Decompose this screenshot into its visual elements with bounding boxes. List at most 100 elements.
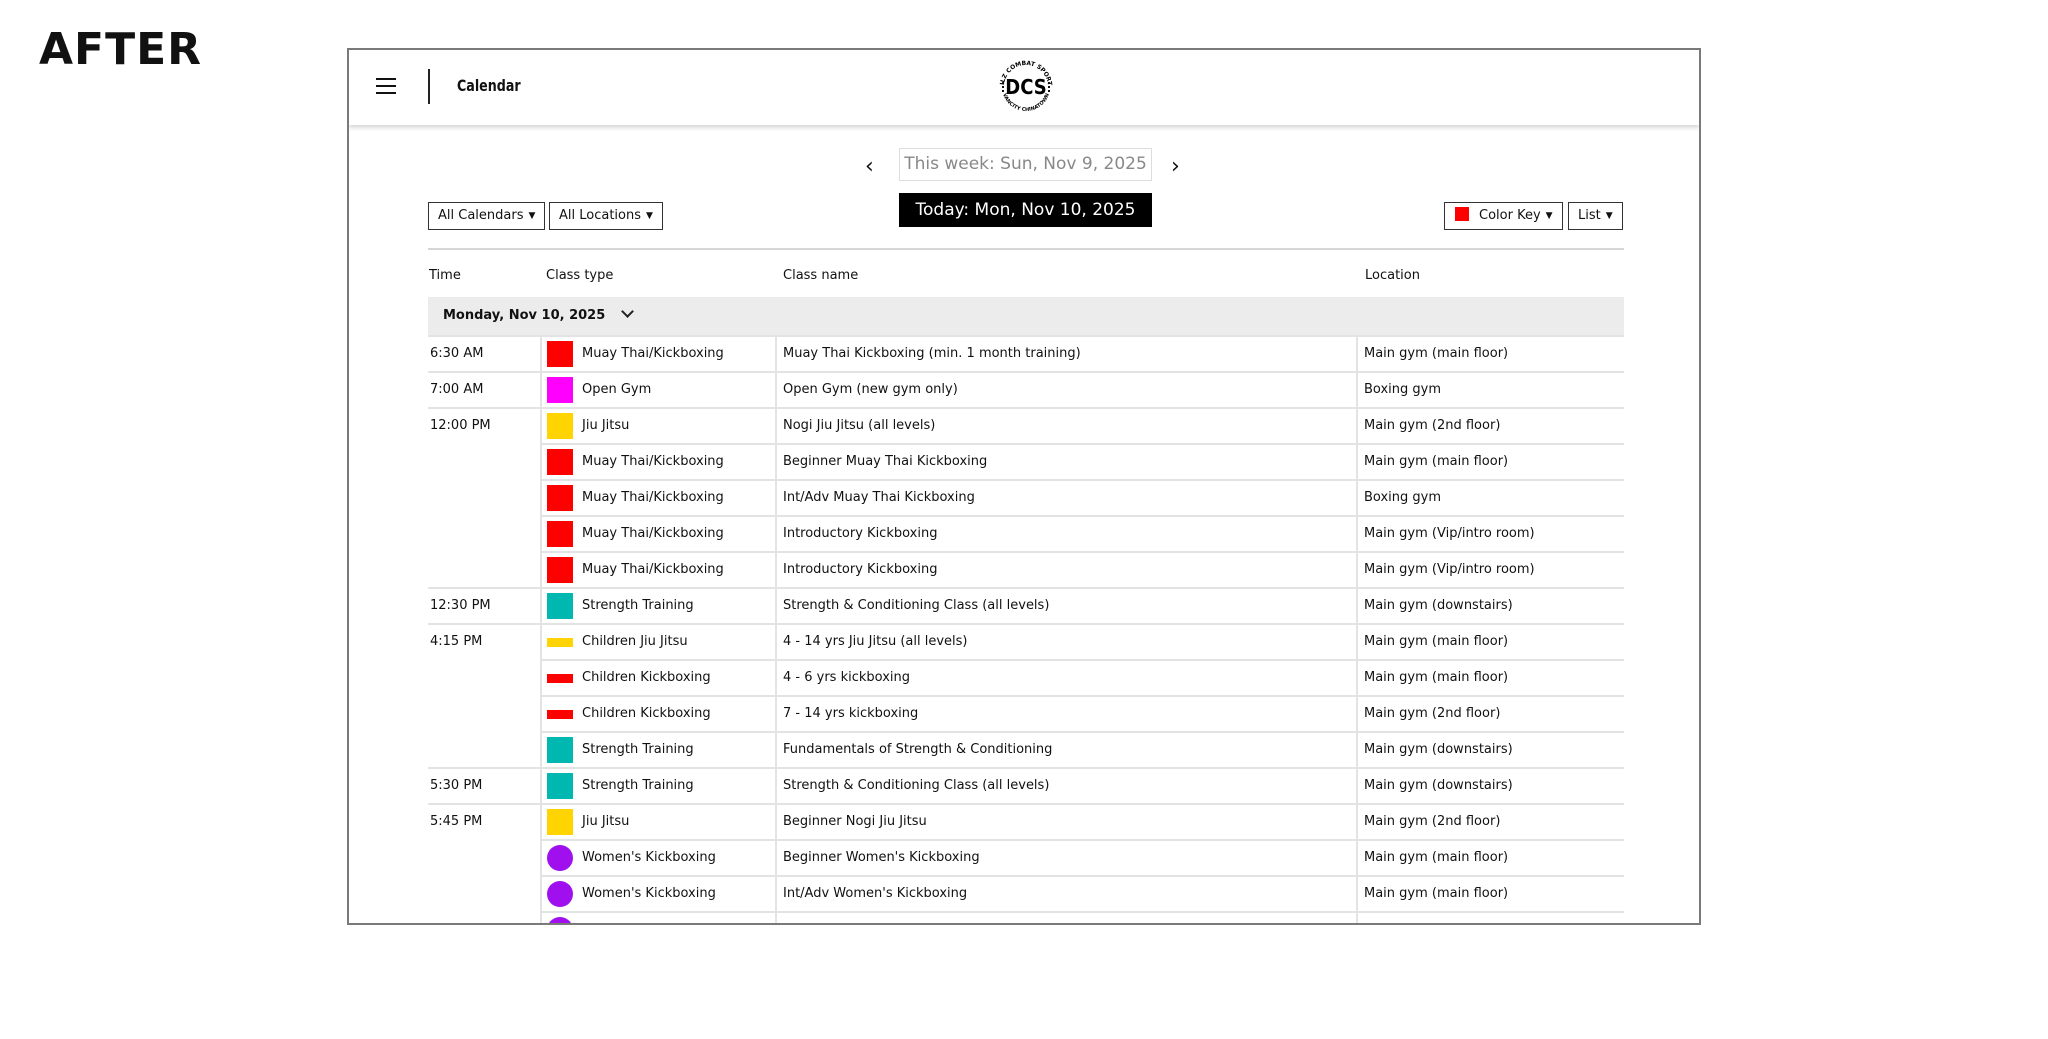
next-week-button[interactable]: › <box>1171 154 1180 179</box>
class-type-cell: Women's Kickboxing <box>540 911 775 923</box>
class-name-cell[interactable]: Beginner Women's Kickboxing <box>775 839 1356 875</box>
table-row[interactable]: Muay Thai/Kickboxing Beginner Muay Thai … <box>428 443 1624 479</box>
table-row[interactable]: 7:00 AM Open Gym Open Gym (new gym only)… <box>428 371 1624 407</box>
caret-down-icon: ▼ <box>1605 211 1613 221</box>
class-type-cell: Women's Kickboxing <box>540 875 775 911</box>
time-cell <box>428 659 540 695</box>
class-name-cell[interactable]: Introductory Kickboxing <box>775 515 1356 551</box>
menu-icon[interactable] <box>376 78 396 94</box>
logo[interactable]: DILZ COMBAT SPORTS VANCITY CHINATOWN DCS <box>994 55 1058 119</box>
table-row[interactable]: Muay Thai/Kickboxing Int/Adv Muay Thai K… <box>428 479 1624 515</box>
location-cell: Main gym (downstairs) <box>1356 587 1624 623</box>
class-type-cell: Strength Training <box>540 767 775 803</box>
chevron-down-icon <box>621 305 635 318</box>
location-cell: Main gym (main floor) <box>1356 443 1624 479</box>
color-marker-icon <box>547 413 573 439</box>
divider <box>428 69 430 104</box>
class-name-cell[interactable]: Introductory Women's Kickboxing <box>775 911 1356 923</box>
class-type-cell: Women's Kickboxing <box>540 839 775 875</box>
location-cell: Main gym (main floor) <box>1356 659 1624 695</box>
divider <box>428 248 1624 250</box>
class-name-cell[interactable]: 7 - 14 yrs kickboxing <box>775 695 1356 731</box>
table-row[interactable]: Children Kickboxing 7 - 14 yrs kickboxin… <box>428 695 1624 731</box>
color-marker-icon <box>547 593 573 619</box>
class-name-cell[interactable]: Beginner Muay Thai Kickboxing <box>775 443 1356 479</box>
class-type-cell: Muay Thai/Kickboxing <box>540 479 775 515</box>
color-marker-icon <box>547 809 573 835</box>
caret-down-icon: ▼ <box>1545 211 1553 221</box>
location-cell: Main gym (main floor) <box>1356 335 1624 371</box>
table-row[interactable]: Women's Kickboxing Introductory Women's … <box>428 911 1624 923</box>
color-marker-icon <box>547 673 573 683</box>
class-name-cell[interactable]: Int/Adv Women's Kickboxing <box>775 875 1356 911</box>
color-marker-icon <box>547 881 573 907</box>
class-name-cell[interactable]: Muay Thai Kickboxing (min. 1 month train… <box>775 335 1356 371</box>
color-marker-icon <box>547 521 573 547</box>
color-marker-icon <box>547 737 573 763</box>
table-row[interactable]: 5:45 PM Jiu Jitsu Beginner Nogi Jiu Jits… <box>428 803 1624 839</box>
table-row[interactable]: 5:30 PM Strength Training Strength & Con… <box>428 767 1624 803</box>
time-cell <box>428 839 540 875</box>
location-cell: Main gym (Vip/intro room) <box>1356 911 1624 923</box>
time-cell <box>428 515 540 551</box>
time-cell: 4:15 PM <box>428 623 540 659</box>
time-cell: 7:00 AM <box>428 371 540 407</box>
caret-down-icon: ▼ <box>646 211 653 221</box>
class-name-cell[interactable]: Nogi Jiu Jitsu (all levels) <box>775 407 1356 443</box>
color-swatch-icon <box>1455 207 1469 221</box>
time-cell: 5:30 PM <box>428 767 540 803</box>
color-marker-icon <box>547 637 573 647</box>
class-name-cell[interactable]: Strength & Conditioning Class (all level… <box>775 767 1356 803</box>
color-marker-icon <box>547 917 573 923</box>
class-name-cell[interactable]: Int/Adv Muay Thai Kickboxing <box>775 479 1356 515</box>
class-type-cell: Children Kickboxing <box>540 659 775 695</box>
color-marker-icon <box>547 485 573 511</box>
table-row[interactable]: 12:30 PM Strength Training Strength & Co… <box>428 587 1624 623</box>
class-name-cell[interactable]: Introductory Kickboxing <box>775 551 1356 587</box>
time-cell <box>428 443 540 479</box>
class-name-cell[interactable]: 4 - 14 yrs Jiu Jitsu (all levels) <box>775 623 1356 659</box>
table-row[interactable]: Muay Thai/Kickboxing Introductory Kickbo… <box>428 515 1624 551</box>
week-selector[interactable]: This week: Sun, Nov 9, 2025 <box>899 148 1152 181</box>
today-button[interactable]: Today: Mon, Nov 10, 2025 <box>899 193 1152 227</box>
top-bar: Calendar DILZ COMBAT SPORTS VANCITY CHIN… <box>349 50 1699 125</box>
location-cell: Main gym (Vip/intro room) <box>1356 515 1624 551</box>
color-marker-icon <box>547 557 573 583</box>
color-marker-icon <box>547 377 573 403</box>
calendars-dropdown[interactable]: All Calendars ▼ <box>428 202 546 230</box>
table-row[interactable]: Strength Training Fundamentals of Streng… <box>428 731 1624 767</box>
location-cell: Main gym (2nd floor) <box>1356 407 1624 443</box>
table-row[interactable]: Women's Kickboxing Beginner Women's Kick… <box>428 839 1624 875</box>
table-row[interactable]: 4:15 PM Children Jiu Jitsu 4 - 14 yrs Ji… <box>428 623 1624 659</box>
location-cell: Main gym (downstairs) <box>1356 767 1624 803</box>
location-cell: Main gym (main floor) <box>1356 875 1624 911</box>
color-key-dropdown[interactable]: Color Key ▼ <box>1444 202 1563 230</box>
prev-week-button[interactable]: ‹ <box>865 154 874 179</box>
class-type-cell: Jiu Jitsu <box>540 803 775 839</box>
class-type-cell: Muay Thai/Kickboxing <box>540 335 775 371</box>
class-name-cell[interactable]: Beginner Nogi Jiu Jitsu <box>775 803 1356 839</box>
locations-dropdown[interactable]: All Locations ▼ <box>549 202 663 230</box>
after-label: AFTER <box>39 24 203 75</box>
color-marker-icon <box>547 773 573 799</box>
color-marker-icon <box>547 845 573 871</box>
class-name-cell[interactable]: Strength & Conditioning Class (all level… <box>775 587 1356 623</box>
location-cell: Main gym (Vip/intro room) <box>1356 551 1624 587</box>
table-row[interactable]: Women's Kickboxing Int/Adv Women's Kickb… <box>428 875 1624 911</box>
svg-text:DCS: DCS <box>1005 75 1046 99</box>
location-cell: Main gym (downstairs) <box>1356 731 1624 767</box>
table-row[interactable]: 6:30 AM Muay Thai/Kickboxing Muay Thai K… <box>428 335 1624 371</box>
class-type-cell: Open Gym <box>540 371 775 407</box>
class-name-cell[interactable]: Fundamentals of Strength & Conditioning <box>775 731 1356 767</box>
column-header: Class name <box>783 268 859 283</box>
table-row[interactable]: Muay Thai/Kickboxing Introductory Kickbo… <box>428 551 1624 587</box>
table-row[interactable]: Children Kickboxing 4 - 6 yrs kickboxing… <box>428 659 1624 695</box>
table-row[interactable]: 12:00 PM Jiu Jitsu Nogi Jiu Jitsu (all l… <box>428 407 1624 443</box>
column-header: Time <box>429 268 461 283</box>
color-marker-icon <box>547 341 573 367</box>
class-name-cell[interactable]: Open Gym (new gym only) <box>775 371 1356 407</box>
view-dropdown[interactable]: List ▼ <box>1568 202 1623 230</box>
column-header: Location <box>1365 268 1420 283</box>
day-group-toggle[interactable]: Monday, Nov 10, 2025 <box>428 297 1624 335</box>
class-name-cell[interactable]: 4 - 6 yrs kickboxing <box>775 659 1356 695</box>
